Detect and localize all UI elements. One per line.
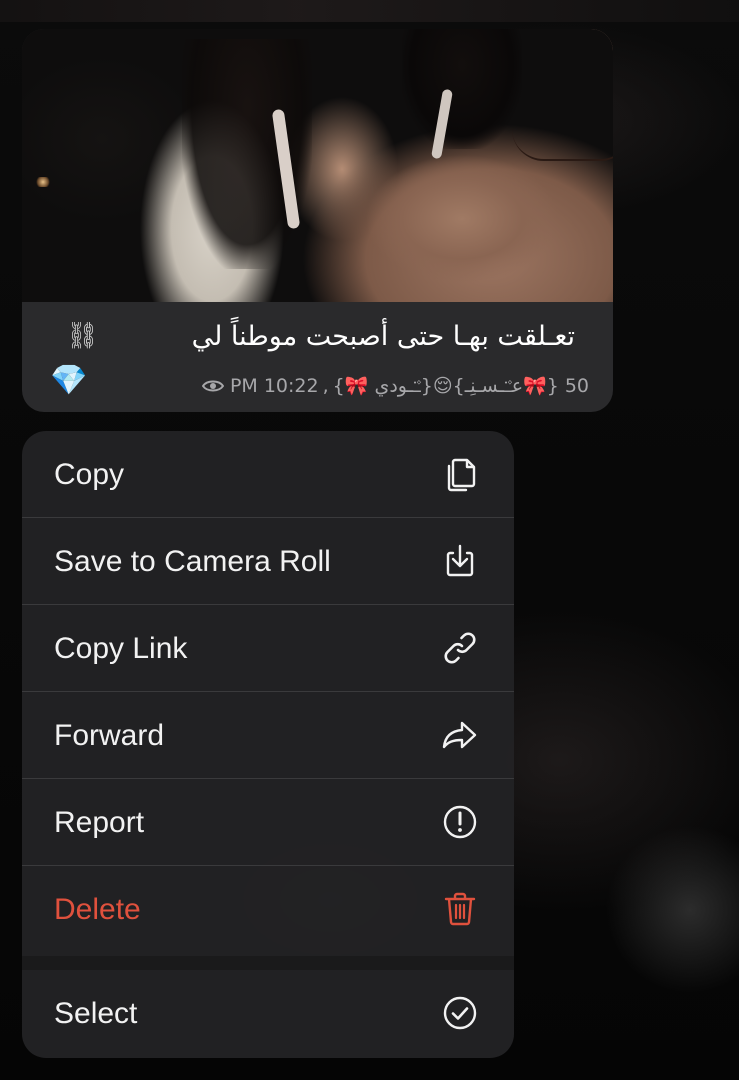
menu-item-select[interactable]: Select bbox=[22, 970, 514, 1058]
trash-icon bbox=[444, 892, 476, 926]
menu-item-save-to-camera-roll[interactable]: Save to Camera Roll bbox=[22, 518, 514, 605]
background-shade bbox=[0, 0, 739, 22]
menu-section-divider bbox=[22, 956, 514, 970]
context-menu: Copy Save to Camera Roll Copy Link Forwa… bbox=[22, 431, 514, 1058]
menu-item-copy[interactable]: Copy bbox=[22, 431, 514, 518]
photo-detail bbox=[182, 39, 312, 269]
message-caption: تعـلقت بهـا حتى أصبحت موطناً لي bbox=[191, 321, 575, 352]
message-time: PM 10:22 bbox=[229, 374, 319, 397]
menu-item-forward[interactable]: Forward bbox=[22, 692, 514, 779]
menu-item-label: Forward bbox=[54, 719, 165, 752]
menu-item-delete[interactable]: Delete bbox=[22, 866, 514, 953]
screen: ⛓ تعـلقت بهـا حتى أصبحت موطناً لي 💎 PM 1… bbox=[0, 0, 739, 1080]
report-icon bbox=[443, 805, 477, 839]
menu-item-label: Delete bbox=[54, 893, 141, 926]
gem-reaction-icon[interactable]: 💎 bbox=[50, 363, 87, 398]
view-count: 50 bbox=[564, 374, 589, 397]
photo-detail bbox=[402, 29, 522, 149]
menu-item-label: Save to Camera Roll bbox=[54, 545, 331, 578]
copy-icon bbox=[447, 458, 476, 492]
link-icon bbox=[444, 632, 476, 664]
meta-separator: , bbox=[322, 374, 329, 397]
message-author: {🎀عـ۫ـ۬ـسـنِـ}😌{ـ۫ـ۬ـودي 🎀} bbox=[332, 375, 559, 397]
menu-item-label: Copy bbox=[54, 458, 125, 491]
message-photo[interactable] bbox=[22, 29, 613, 302]
checkmark-circle-icon bbox=[443, 996, 477, 1030]
menu-item-copy-link[interactable]: Copy Link bbox=[22, 605, 514, 692]
menu-item-label: Select bbox=[54, 997, 138, 1030]
menu-item-report[interactable]: Report bbox=[22, 779, 514, 866]
menu-item-label: Report bbox=[54, 806, 145, 839]
message-meta: PM 10:22 , {🎀عـ۫ـ۬ـسـنِـ}😌{ـ۫ـ۬ـودي 🎀} 5… bbox=[201, 374, 589, 397]
photo-detail bbox=[512, 129, 613, 161]
eye-icon bbox=[201, 380, 224, 391]
photo-detail bbox=[36, 177, 50, 187]
message-bubble[interactable]: ⛓ تعـلقت بهـا حتى أصبحت موطناً لي 💎 PM 1… bbox=[22, 29, 613, 412]
chain-icon: ⛓ bbox=[66, 321, 100, 351]
download-icon bbox=[446, 544, 474, 577]
forward-icon bbox=[442, 721, 477, 749]
menu-item-label: Copy Link bbox=[54, 632, 188, 665]
